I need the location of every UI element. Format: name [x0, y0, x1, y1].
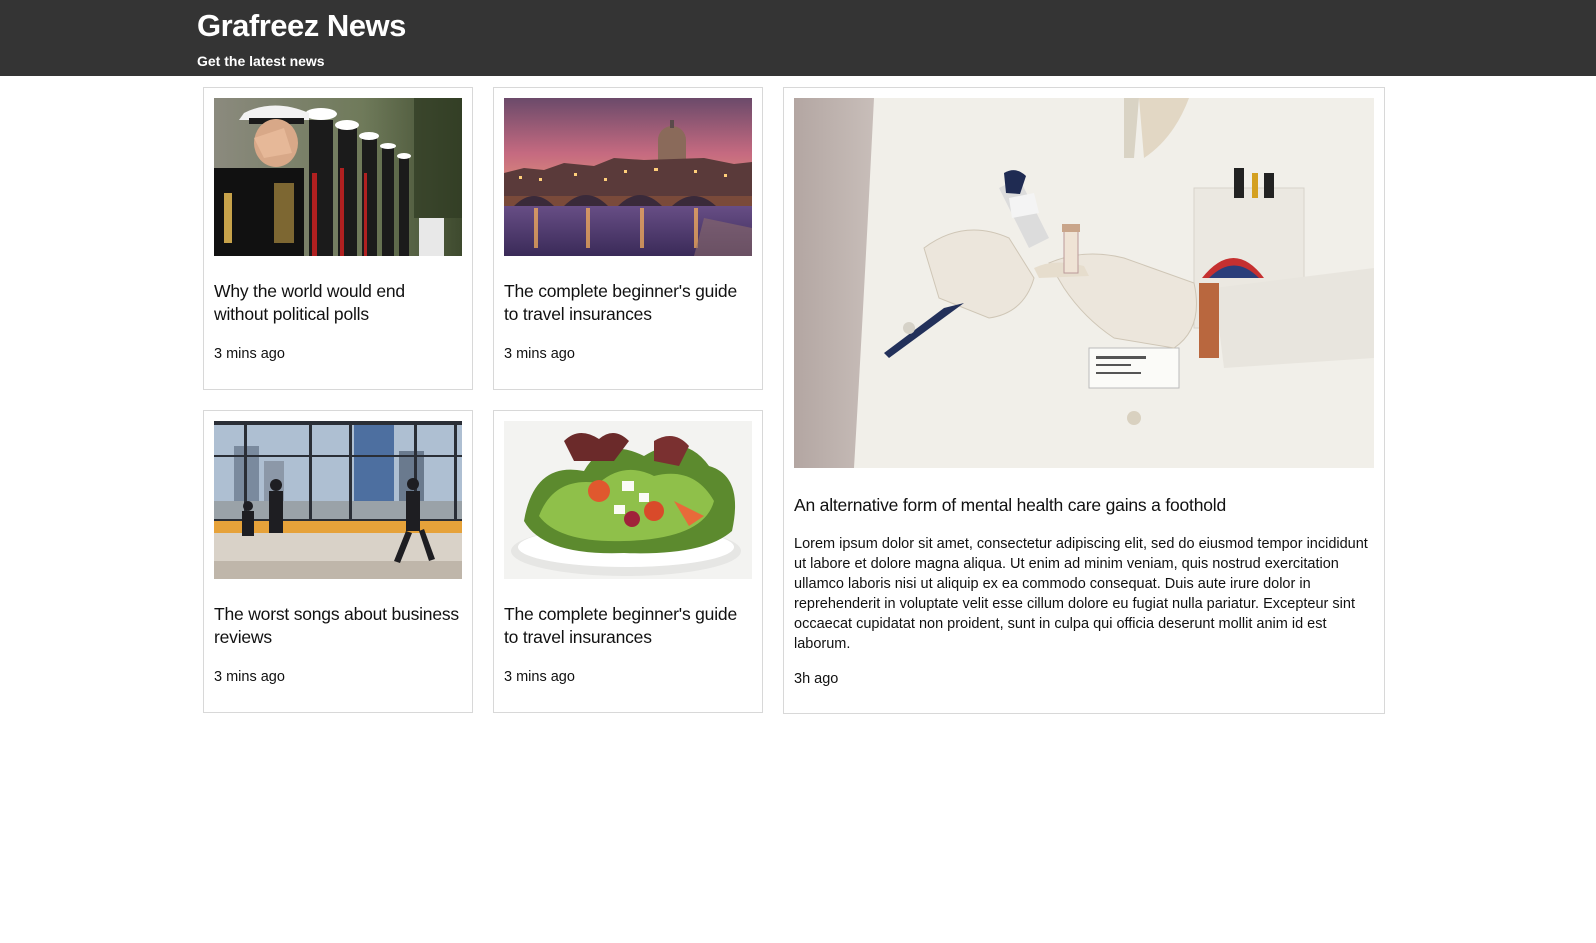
article-card[interactable]: The worst songs about business reviews 3… — [203, 410, 473, 713]
featured-article-image[interactable] — [794, 98, 1374, 468]
article-image[interactable] — [214, 98, 462, 256]
featured-article-headline[interactable]: An alternative form of mental health car… — [794, 494, 1374, 517]
site-tagline: Get the latest news — [197, 53, 325, 69]
article-headline[interactable]: Why the world would end without politica… — [214, 280, 462, 326]
article-time: 3 mins ago — [504, 346, 575, 362]
article-card[interactable]: The complete beginner's guide to travel … — [493, 87, 763, 390]
article-time: 3 mins ago — [214, 346, 285, 362]
article-time: 3 mins ago — [504, 669, 575, 685]
article-time: 3 mins ago — [214, 669, 285, 685]
article-headline[interactable]: The complete beginner's guide to travel … — [504, 280, 752, 326]
article-image[interactable] — [214, 421, 462, 579]
site-header: Grafreez News Get the latest news — [0, 0, 1596, 76]
featured-article-time: 3h ago — [794, 671, 839, 687]
site-title[interactable]: Grafreez News — [197, 6, 406, 46]
article-card[interactable]: The complete beginner's guide to travel … — [493, 410, 763, 713]
article-headline[interactable]: The complete beginner's guide to travel … — [504, 603, 752, 649]
article-card[interactable]: Why the world would end without politica… — [203, 87, 473, 390]
article-headline[interactable]: The worst songs about business reviews — [214, 603, 462, 649]
featured-article-card[interactable]: An alternative form of mental health car… — [783, 87, 1385, 714]
article-image[interactable] — [504, 421, 752, 579]
featured-article-summary: Lorem ipsum dolor sit amet, consectetur … — [794, 536, 1368, 652]
article-image[interactable] — [504, 98, 752, 256]
